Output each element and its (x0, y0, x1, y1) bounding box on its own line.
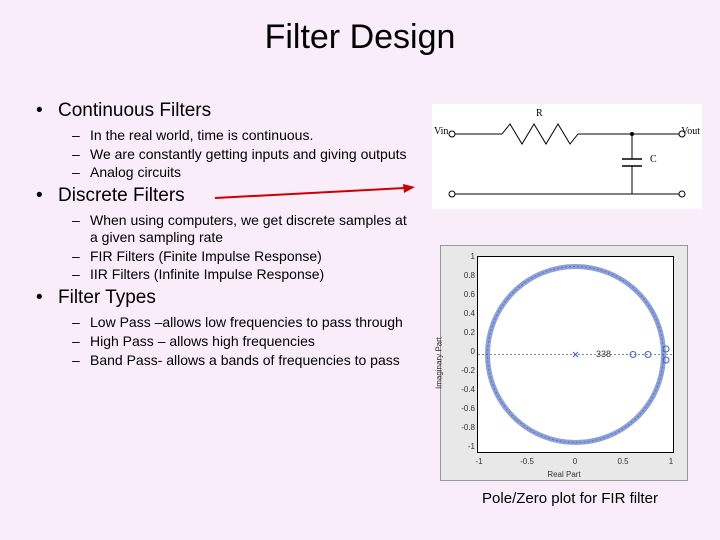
section-continuous: Continuous Filters In the real world, ti… (36, 100, 416, 181)
xtick: -0.5 (520, 457, 534, 466)
label-c: C (650, 154, 657, 165)
content-body: Continuous Filters In the real world, ti… (36, 100, 416, 372)
ytick: -0.4 (445, 385, 475, 394)
pole-zero-plot: Imaginary Part 338 1 0.8 (440, 245, 688, 481)
label-r: R (536, 108, 543, 119)
plot-xlabel: Real Part (441, 470, 687, 479)
slide: Filter Design Continuous Filters In the … (0, 0, 720, 540)
plot-caption: Pole/Zero plot for FIR filter (440, 490, 700, 507)
bullet-item: When using computers, we get discrete sa… (68, 212, 416, 246)
circuit-diagram: Vin Vout R C (432, 104, 702, 209)
bullet-item: Band Pass- allows a bands of frequencies… (68, 352, 416, 369)
svg-text:338: 338 (596, 349, 611, 359)
bullet-item: Low Pass –allows low frequencies to pass… (68, 314, 416, 331)
ytick: -0.8 (445, 423, 475, 432)
ytick: 0 (445, 347, 475, 356)
ytick: 0.6 (445, 290, 475, 299)
ytick: 0.8 (445, 271, 475, 280)
plot-ylabel: Imaginary Part (435, 337, 444, 389)
ytick: 0.4 (445, 309, 475, 318)
xtick: 0 (573, 457, 577, 466)
ytick: 0.2 (445, 328, 475, 337)
label-vin: Vin (434, 126, 448, 137)
bullet-item: IIR Filters (Infinite Impulse Response) (68, 266, 416, 283)
xtick: 1 (669, 457, 673, 466)
bullet-item: FIR Filters (Finite Impulse Response) (68, 248, 416, 265)
ytick: -1 (445, 442, 475, 451)
xtick: -1 (475, 457, 482, 466)
ytick: -0.6 (445, 404, 475, 413)
xtick: 0.5 (617, 457, 628, 466)
section-filter-types: Filter Types Low Pass –allows low freque… (36, 287, 416, 368)
plot-area: 338 (477, 256, 674, 453)
ytick: 1 (445, 252, 475, 261)
ytick: -0.2 (445, 366, 475, 375)
bullet-item: Analog circuits (68, 164, 416, 181)
page-title: Filter Design (0, 18, 720, 57)
bullet-item: High Pass – allows high frequencies (68, 333, 416, 350)
section-heading: Filter Types (58, 287, 156, 308)
bullet-item: We are constantly getting inputs and giv… (68, 146, 416, 163)
section-heading: Discrete Filters (58, 185, 185, 206)
section-heading: Continuous Filters (58, 100, 211, 121)
label-vout: Vout (681, 126, 700, 137)
section-discrete: Discrete Filters When using computers, w… (36, 185, 416, 283)
bullet-item: In the real world, time is continuous. (68, 127, 416, 144)
